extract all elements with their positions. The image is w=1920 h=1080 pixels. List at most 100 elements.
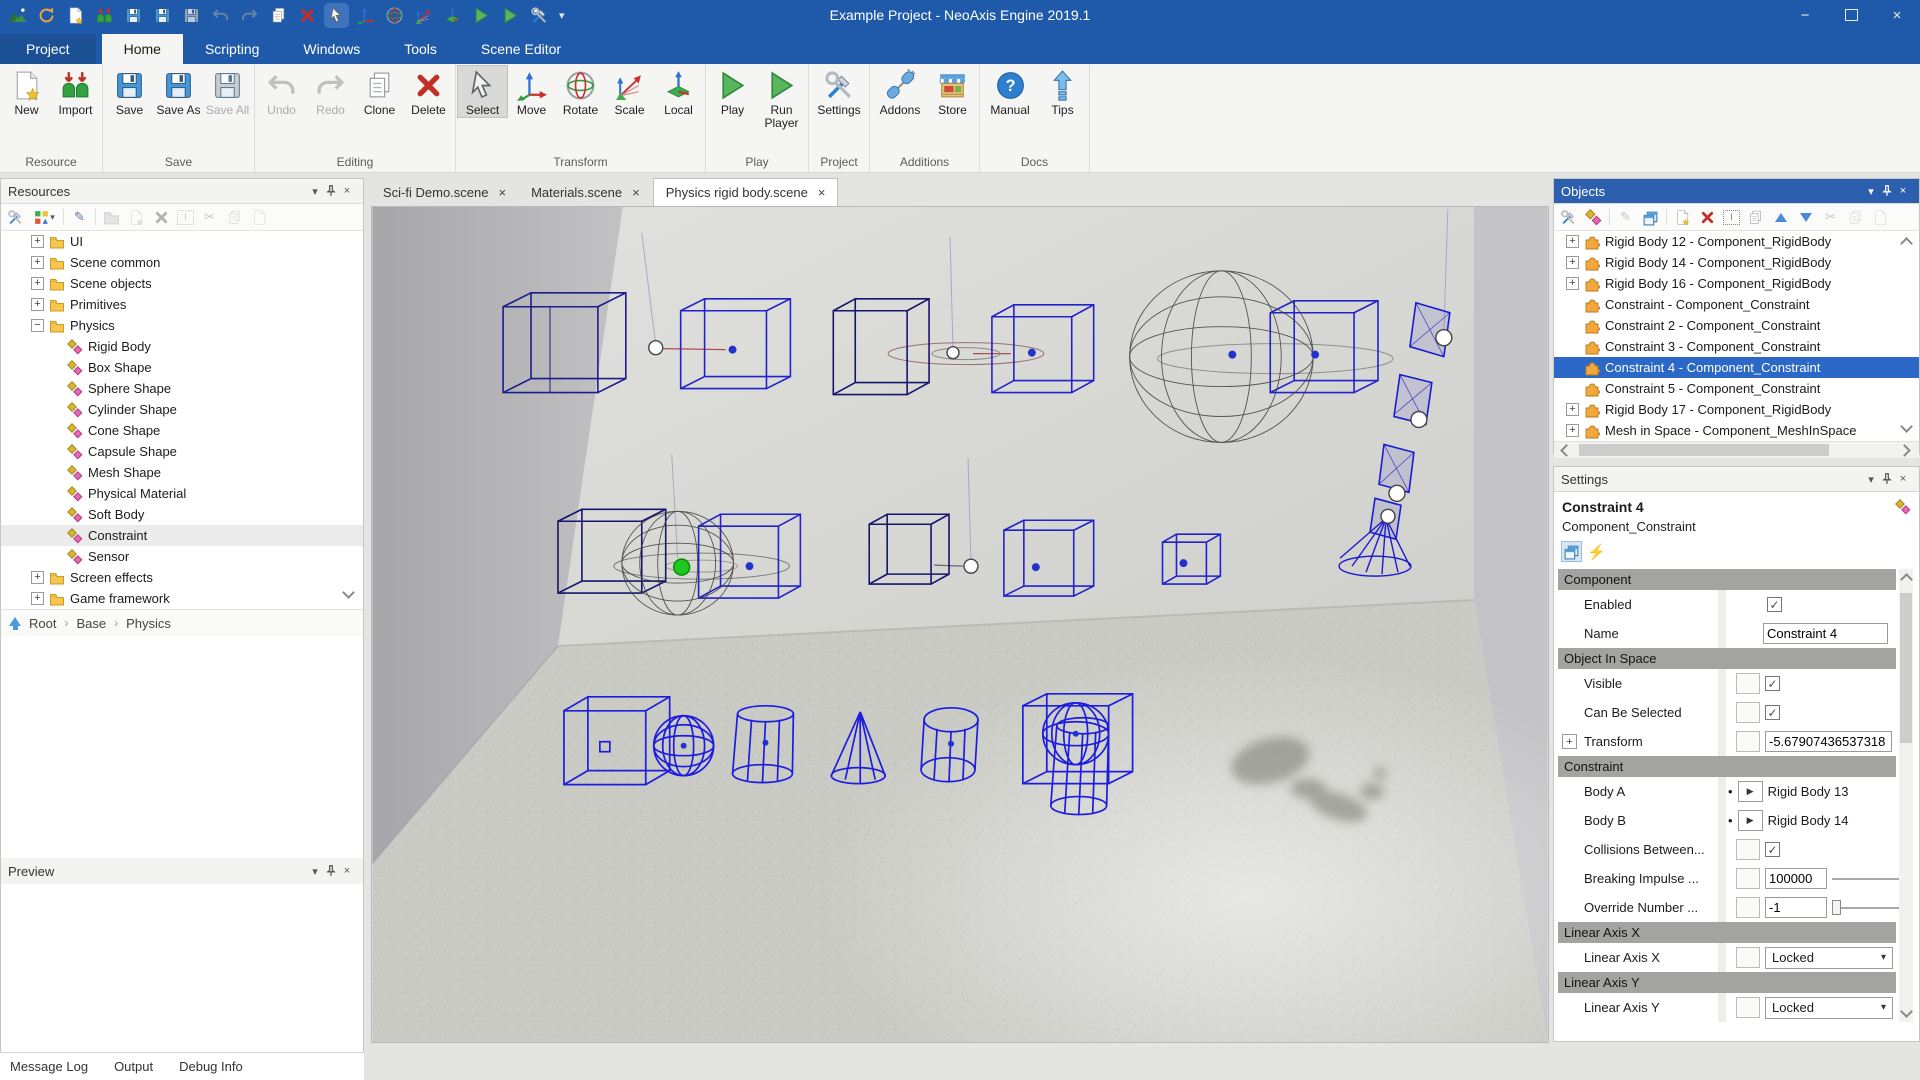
objects-horizontal-scrollbar[interactable] bbox=[1554, 441, 1919, 458]
tree-item-cylinder-shape[interactable]: Cylinder Shape bbox=[1, 399, 363, 420]
object-item-rigid-body-14[interactable]: + Rigid Body 14 - Component_RigidBody bbox=[1554, 252, 1919, 273]
tree-item-rigid-body[interactable]: Rigid Body bbox=[1, 336, 363, 357]
minimize-button[interactable]: − bbox=[1782, 0, 1828, 30]
property-group-component[interactable]: Component bbox=[1558, 569, 1896, 590]
project-settings-button[interactable]: Settings bbox=[811, 66, 867, 117]
close-icon[interactable]: × bbox=[498, 185, 506, 200]
breaking-impulse-input[interactable] bbox=[1765, 868, 1827, 889]
object-item-constraint[interactable]: Constraint - Component_Constraint bbox=[1554, 294, 1919, 315]
breadcrumb-item-physics[interactable]: Physics bbox=[126, 616, 171, 631]
display-options-icon[interactable]: ▾ bbox=[31, 208, 57, 227]
tab-scripting[interactable]: Scripting bbox=[183, 34, 281, 64]
expander-icon[interactable]: + bbox=[31, 256, 44, 269]
tab-debug-info[interactable]: Debug Info bbox=[179, 1059, 243, 1074]
play-button[interactable]: Play bbox=[708, 66, 757, 117]
tree-item-primitives[interactable]: + Primitives bbox=[1, 294, 363, 315]
scale-tool-icon[interactable] bbox=[414, 6, 433, 25]
expander-icon[interactable]: + bbox=[31, 277, 44, 290]
expander-icon[interactable]: + bbox=[1566, 424, 1579, 437]
tree-item-sphere-shape[interactable]: Sphere Shape bbox=[1, 378, 363, 399]
save-as-button[interactable]: Save As bbox=[154, 66, 203, 117]
panel-menu-icon[interactable]: ▾ bbox=[306, 183, 324, 199]
import-icon[interactable] bbox=[95, 6, 114, 25]
clone-icon[interactable] bbox=[269, 6, 288, 25]
default-flag-box[interactable] bbox=[1736, 731, 1760, 752]
save-icon[interactable] bbox=[124, 6, 143, 25]
tree-item-box-shape[interactable]: Box Shape bbox=[1, 357, 363, 378]
scroll-right-icon[interactable] bbox=[1898, 443, 1911, 457]
property-group-linear-axis-y[interactable]: Linear Axis Y bbox=[1558, 972, 1896, 993]
pin-icon[interactable] bbox=[1880, 184, 1894, 198]
local-tool-icon[interactable] bbox=[443, 6, 462, 25]
import-button[interactable]: Import bbox=[51, 66, 100, 117]
close-icon[interactable]: × bbox=[1894, 183, 1912, 199]
resources-settings-icon[interactable] bbox=[6, 208, 25, 227]
tree-item-screen-effects[interactable]: + Screen effects bbox=[1, 567, 363, 588]
navigate-up-icon[interactable] bbox=[9, 616, 21, 630]
expander-icon[interactable]: + bbox=[31, 592, 44, 605]
expander-icon[interactable]: + bbox=[1566, 277, 1579, 290]
property-group-constraint[interactable]: Constraint bbox=[1558, 756, 1896, 777]
default-flag-box[interactable] bbox=[1736, 997, 1760, 1018]
move-up-icon[interactable] bbox=[1771, 208, 1790, 227]
property-group-object-in-space[interactable]: Object In Space bbox=[1558, 648, 1896, 669]
scene-viewport[interactable] bbox=[371, 206, 1549, 1043]
rotate-button[interactable]: Rotate bbox=[556, 66, 605, 117]
expander-icon[interactable]: + bbox=[1566, 235, 1579, 248]
breadcrumb-item-root[interactable]: Root bbox=[29, 616, 56, 631]
default-flag-box[interactable] bbox=[1736, 897, 1760, 918]
scene-selected-handle[interactable] bbox=[672, 558, 691, 576]
reference-button[interactable]: ▶ bbox=[1737, 810, 1763, 831]
panel-menu-icon[interactable]: ▾ bbox=[1862, 471, 1880, 487]
tree-item-soft-body[interactable]: Soft Body bbox=[1, 504, 363, 525]
store-button[interactable]: Store bbox=[928, 66, 977, 117]
move-button[interactable]: Move bbox=[507, 66, 556, 117]
settings-vertical-scrollbar[interactable] bbox=[1899, 569, 1913, 1022]
scroll-down-icon[interactable] bbox=[1900, 1005, 1913, 1018]
delete-icon[interactable] bbox=[298, 6, 317, 25]
scroll-up-icon[interactable] bbox=[1900, 573, 1913, 586]
pin-icon[interactable] bbox=[1880, 472, 1894, 486]
scrollbar-thumb[interactable] bbox=[1579, 444, 1829, 456]
scroll-left-icon[interactable] bbox=[1560, 443, 1573, 457]
override-number-input[interactable] bbox=[1765, 897, 1827, 918]
linear-axis-y-select[interactable]: Locked ▾ bbox=[1765, 996, 1893, 1019]
default-flag-box[interactable] bbox=[1736, 673, 1760, 694]
settings-icon[interactable] bbox=[530, 6, 549, 25]
tree-item-scene-common[interactable]: + Scene common bbox=[1, 252, 363, 273]
component-types-icon[interactable] bbox=[1584, 208, 1603, 227]
tips-button[interactable]: Tips bbox=[1038, 66, 1087, 117]
pin-icon[interactable] bbox=[324, 864, 338, 878]
tree-item-physical-material[interactable]: Physical Material bbox=[1, 483, 363, 504]
can-be-selected-checkbox[interactable]: ✓ bbox=[1765, 705, 1780, 720]
expander-icon[interactable]: + bbox=[31, 235, 44, 248]
enabled-checkbox[interactable]: ✓ bbox=[1767, 597, 1782, 612]
tab-physics-rigid-body-scene[interactable]: Physics rigid body.scene × bbox=[652, 178, 839, 206]
run-player-icon[interactable] bbox=[501, 6, 520, 25]
expander-icon[interactable]: − bbox=[31, 319, 44, 332]
play-icon[interactable] bbox=[472, 6, 491, 25]
breadcrumb-item-base[interactable]: Base bbox=[76, 616, 106, 631]
close-icon[interactable]: × bbox=[632, 185, 640, 200]
default-flag-box[interactable] bbox=[1736, 868, 1760, 889]
tab-windows[interactable]: Windows bbox=[281, 34, 382, 64]
edit-icon[interactable]: ✎ bbox=[70, 208, 89, 227]
object-item-constraint-3[interactable]: Constraint 3 - Component_Constraint bbox=[1554, 336, 1919, 357]
tree-item-scene-objects[interactable]: + Scene objects bbox=[1, 273, 363, 294]
open-in-window-icon[interactable] bbox=[1641, 208, 1660, 227]
refresh-icon[interactable] bbox=[37, 6, 56, 25]
delete-button[interactable]: Delete bbox=[404, 66, 453, 117]
duplicate-icon[interactable] bbox=[1746, 208, 1765, 227]
default-flag-box[interactable] bbox=[1736, 947, 1760, 968]
default-flag-box[interactable] bbox=[1736, 839, 1760, 860]
expander-icon[interactable]: + bbox=[31, 298, 44, 311]
tab-message-log[interactable]: Message Log bbox=[10, 1059, 88, 1074]
breaking-impulse-slider[interactable] bbox=[1832, 870, 1909, 886]
rename-icon[interactable]: I bbox=[1723, 209, 1740, 225]
move-down-icon[interactable] bbox=[1796, 208, 1815, 227]
tree-item-physics[interactable]: − Physics bbox=[1, 315, 363, 336]
events-view-icon[interactable]: ⚡ bbox=[1587, 542, 1606, 561]
close-button[interactable]: × bbox=[1874, 0, 1920, 30]
object-item-constraint-2[interactable]: Constraint 2 - Component_Constraint bbox=[1554, 315, 1919, 336]
tree-item-capsule-shape[interactable]: Capsule Shape bbox=[1, 441, 363, 462]
